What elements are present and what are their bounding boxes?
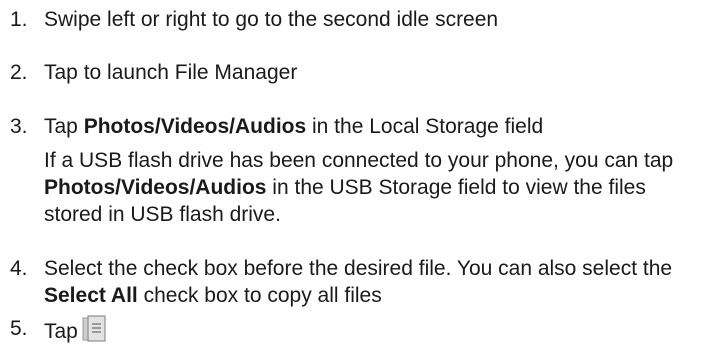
- step-text-label: Tap: [44, 320, 78, 343]
- step-text: Select the check box before the desired …: [44, 255, 710, 309]
- step-text-post: in the Local Storage field: [306, 115, 544, 138]
- step-text-post: check box to copy all files: [137, 284, 382, 307]
- step-number: 3.: [10, 115, 28, 138]
- step-text: Tap: [44, 315, 710, 350]
- step-text: Tap Photos/Videos/Audios in the Local St…: [44, 113, 710, 140]
- note-text-bold: Photos/Videos/Audios: [44, 176, 267, 199]
- note-text: If a USB flash drive has been connected …: [44, 147, 710, 228]
- step-text: Tap to launch File Manager: [44, 61, 298, 84]
- step-text: Swipe left or right to go to the second …: [44, 8, 499, 31]
- step-text-pre: Tap: [44, 115, 84, 138]
- copy-icon: [82, 315, 108, 350]
- step-text-bold: Select All: [44, 284, 138, 307]
- note-text-pre: If a USB flash drive has been connected …: [44, 149, 674, 172]
- step-number: 2.: [10, 61, 28, 84]
- step-number: 5.: [10, 317, 28, 340]
- step-text-pre: Select the check box before the desired …: [44, 257, 673, 280]
- step-text-bold: Photos/Videos/Audios: [83, 115, 307, 138]
- step-number: 1.: [10, 8, 28, 31]
- step-number: 4.: [10, 257, 28, 280]
